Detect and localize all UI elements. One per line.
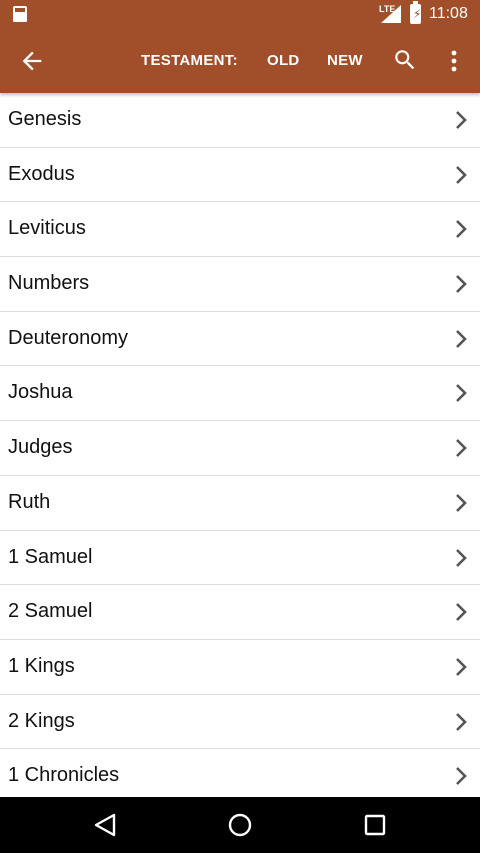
book-label: Leviticus xyxy=(8,217,86,240)
app-bar: TESTAMENT: OLD NEW xyxy=(0,29,480,93)
more-vert-icon[interactable] xyxy=(446,47,462,75)
sd-card-icon xyxy=(13,6,27,22)
battery-charging-icon: ⚡ xyxy=(410,1,421,24)
book-label: Genesis xyxy=(8,108,82,130)
chevron-right-icon xyxy=(456,767,467,786)
list-item[interactable]: Genesis xyxy=(0,93,480,148)
network-type: LTE xyxy=(379,4,396,14)
book-label: 1 Chronicles xyxy=(8,764,120,787)
chevron-right-icon xyxy=(456,657,467,676)
book-label: 2 Samuel xyxy=(8,600,93,623)
nav-home-icon[interactable] xyxy=(227,812,253,838)
chevron-right-icon xyxy=(456,712,467,731)
book-label: Exodus xyxy=(8,162,75,185)
list-item[interactable]: Exodus xyxy=(0,148,480,203)
list-item[interactable]: Judges xyxy=(0,421,480,476)
status-time: 11:08 xyxy=(429,5,468,22)
list-item[interactable]: 1 Kings xyxy=(0,640,480,695)
book-label: Numbers xyxy=(8,272,90,295)
list-item[interactable]: Numbers xyxy=(0,257,480,312)
book-label: Joshua xyxy=(8,381,73,404)
book-label: Ruth xyxy=(8,490,51,513)
chevron-right-icon xyxy=(456,329,467,348)
chevron-right-icon xyxy=(456,384,467,403)
status-bar: LTE ⚡ 11:08 xyxy=(0,0,480,29)
nav-recents-icon[interactable] xyxy=(364,814,386,836)
system-nav-bar xyxy=(0,797,480,853)
tab-old-testament[interactable]: OLD xyxy=(267,52,300,69)
list-item[interactable]: Joshua xyxy=(0,366,480,422)
chevron-right-icon xyxy=(456,548,467,567)
list-item[interactable]: 2 Samuel xyxy=(0,585,480,640)
book-label: 2 Kings xyxy=(8,709,75,732)
book-label: 1 Samuel xyxy=(8,545,93,568)
list-item[interactable]: Ruth xyxy=(0,476,480,531)
chevron-right-icon xyxy=(456,111,467,129)
list-item[interactable]: 2 Kings xyxy=(0,695,480,750)
chevron-right-icon xyxy=(456,493,467,512)
testament-label: TESTAMENT: xyxy=(141,52,238,69)
chevron-right-icon xyxy=(456,220,467,239)
book-label: Judges xyxy=(8,436,73,459)
book-list: Genesis Exodus Leviticus Numbers Deutero… xyxy=(0,93,480,797)
chevron-right-icon xyxy=(456,165,467,184)
nav-back-icon[interactable] xyxy=(92,813,118,837)
list-item[interactable]: 1 Samuel xyxy=(0,531,480,586)
book-label: 1 Kings xyxy=(8,654,75,677)
back-arrow-icon[interactable] xyxy=(18,47,46,75)
chevron-right-icon xyxy=(456,603,467,622)
chevron-right-icon xyxy=(456,275,467,293)
list-item[interactable]: Leviticus xyxy=(0,202,480,258)
book-label: Deuteronomy xyxy=(8,326,129,349)
list-item[interactable]: 1 Chronicles xyxy=(0,749,480,797)
tab-new-testament[interactable]: NEW xyxy=(327,52,363,69)
search-icon[interactable] xyxy=(392,47,418,73)
chevron-right-icon xyxy=(456,439,467,458)
list-item[interactable]: Deuteronomy xyxy=(0,312,480,367)
